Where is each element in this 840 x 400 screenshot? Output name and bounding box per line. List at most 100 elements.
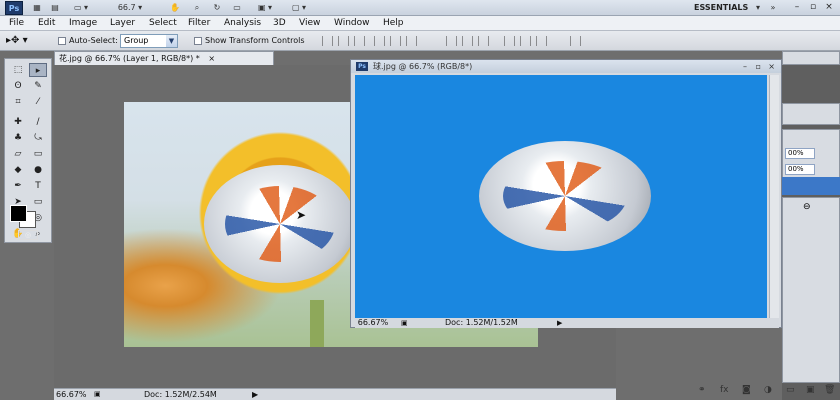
menu-analysis[interactable]: Analysis: [224, 17, 261, 30]
distribute-hcenter-icon[interactable]: [520, 36, 531, 46]
more-workspaces-icon[interactable]: »: [768, 2, 778, 14]
healing-brush-icon[interactable]: ✚: [9, 115, 27, 129]
maximize-button[interactable]: ▫: [806, 1, 820, 14]
auto-select-checkbox[interactable]: [58, 37, 66, 45]
quick-select-icon[interactable]: ✎: [29, 79, 47, 93]
gradient-icon[interactable]: ▭: [29, 147, 47, 161]
float-status-arrow-icon[interactable]: ▶: [557, 318, 562, 328]
vertical-scrollbar[interactable]: [769, 75, 779, 318]
foreground-color-swatch[interactable]: [10, 205, 27, 222]
zoom-level-value: 66.7: [117, 3, 136, 12]
adjustment-layer-icon[interactable]: ◑: [764, 385, 772, 395]
auto-align-icon[interactable]: [570, 36, 581, 46]
pen-icon[interactable]: ✒: [9, 179, 27, 193]
crop-tool-icon[interactable]: ⌗: [9, 95, 27, 109]
opacity-field[interactable]: 00%: [785, 148, 815, 159]
document-tab[interactable]: 花.jpg @ 66.7% (Layer 1, RGB/8*) * ×: [54, 51, 274, 65]
rotate-view-icon[interactable]: ↻: [210, 2, 224, 14]
layer-mask-icon[interactable]: ◙: [742, 385, 751, 395]
photoshop-window: Ps ▦ ▤ ▭ ▾ 66.7 ▾ ✋ ⌕ ↻ ▭ ▣ ▾ ▢ ▾ ESSENT…: [0, 0, 840, 400]
layer-style-icon[interactable]: fx: [720, 385, 729, 395]
menu-select[interactable]: Select: [149, 17, 177, 30]
align-left-icon[interactable]: [374, 36, 385, 46]
auto-select-label: Auto-Select:: [69, 36, 118, 45]
layers-panel[interactable]: 00% 00%: [782, 129, 840, 179]
distribute-left-icon[interactable]: [504, 36, 515, 46]
menu-layer[interactable]: Layer: [110, 17, 135, 30]
align-vcenter-icon[interactable]: [338, 36, 349, 46]
color-panel-tabs[interactable]: [782, 51, 840, 65]
history-brush-icon[interactable]: ⤿: [29, 131, 47, 145]
fill-field[interactable]: 00%: [785, 164, 815, 175]
move-tool-preset-icon[interactable]: ▸✥ ▾: [6, 35, 28, 47]
show-transform-checkbox[interactable]: [194, 37, 202, 45]
view-extras-icon[interactable]: ▭ ▾: [68, 2, 94, 14]
eyedropper-icon[interactable]: ⁄: [29, 95, 47, 109]
float-status-menu-icon[interactable]: ▣: [401, 318, 408, 328]
workspace-switcher[interactable]: ESSENTIALS: [694, 2, 748, 14]
workspace-dropdown-icon[interactable]: ▾: [754, 2, 762, 14]
align-top-icon[interactable]: [322, 36, 333, 46]
menu-filter[interactable]: Filter: [188, 17, 210, 30]
layers-list[interactable]: ⊖: [782, 197, 840, 383]
ball-image-canvas[interactable]: [355, 75, 767, 318]
lasso-tool-icon[interactable]: ʘ: [9, 79, 27, 93]
align-right-icon[interactable]: [406, 36, 417, 46]
zoom-level-dropdown[interactable]: 66.7 ▾: [110, 2, 150, 14]
marquee-tool-icon[interactable]: ⬚: [9, 63, 27, 77]
bridge-icon[interactable]: ▦: [30, 2, 44, 14]
stamp-icon[interactable]: ♣: [9, 131, 27, 145]
menu-window[interactable]: Window: [334, 17, 370, 30]
distribute-right-icon[interactable]: [536, 36, 547, 46]
floating-window-titlebar[interactable]: Ps 球.jpg @ 66.7% (RGB/8*) – ▫ ×: [351, 60, 781, 73]
menu-help[interactable]: Help: [383, 17, 404, 30]
status-menu-icon[interactable]: ▣: [94, 389, 101, 400]
blur-icon[interactable]: ◆: [9, 163, 27, 177]
distribute-top-icon[interactable]: [446, 36, 457, 46]
float-zoom-status[interactable]: 66.67%: [357, 318, 389, 328]
new-layer-icon[interactable]: ▣: [806, 385, 815, 395]
layer-lock-icon[interactable]: ⊖: [803, 202, 811, 212]
mini-bridge-icon[interactable]: ▤: [48, 2, 62, 14]
selected-layer-row[interactable]: [782, 177, 840, 195]
menu-3d[interactable]: 3D: [273, 17, 286, 30]
type-icon[interactable]: T: [29, 179, 47, 193]
align-hcenter-icon[interactable]: [390, 36, 401, 46]
floating-document-window[interactable]: Ps 球.jpg @ 66.7% (RGB/8*) – ▫ × 66.67% ▣…: [350, 59, 782, 328]
arrange-documents-icon[interactable]: ▣ ▾: [252, 2, 278, 14]
float-close-button[interactable]: ×: [768, 60, 775, 73]
adjustments-panel[interactable]: [782, 103, 840, 125]
float-minimize-button[interactable]: –: [743, 60, 747, 73]
zoom-status[interactable]: 66.67%: [56, 389, 87, 400]
ps-mini-icon: Ps: [356, 62, 368, 71]
status-arrow-icon[interactable]: ▶: [252, 389, 258, 400]
distribute-vcenter-icon[interactable]: [462, 36, 473, 46]
menu-image[interactable]: Image: [69, 17, 97, 30]
move-tool-icon[interactable]: ▸: [29, 63, 47, 77]
ruler-icon[interactable]: ▭: [230, 2, 244, 14]
menu-edit[interactable]: Edit: [38, 17, 55, 30]
float-maximize-button[interactable]: ▫: [756, 60, 761, 73]
minimize-button[interactable]: –: [790, 1, 804, 14]
close-tab-icon[interactable]: ×: [208, 54, 215, 63]
distribute-bottom-icon[interactable]: [478, 36, 489, 46]
link-layers-icon[interactable]: ⚭: [698, 385, 706, 395]
auto-select-dropdown[interactable]: Group ▼: [120, 34, 178, 48]
menu-file[interactable]: File: [9, 17, 24, 30]
align-bottom-icon[interactable]: [354, 36, 365, 46]
soccer-ball-layer[interactable]: [204, 165, 356, 283]
eraser-icon[interactable]: ▱: [9, 147, 27, 161]
menu-view[interactable]: View: [299, 17, 320, 30]
document-status-bar: 66.67% ▣ Doc: 1.52M/2.54M ▶: [54, 388, 616, 400]
hand-tool-icon[interactable]: ✋: [168, 2, 182, 14]
zoom-tool-icon[interactable]: ⌕: [190, 2, 204, 14]
new-group-icon[interactable]: ▭: [786, 385, 795, 395]
quick-mask-icon[interactable]: ◎: [18, 230, 38, 240]
dodge-icon[interactable]: ●: [29, 163, 47, 177]
brush-icon[interactable]: ∕: [29, 115, 47, 129]
close-button[interactable]: ×: [822, 1, 836, 14]
floating-status-bar: 66.67% ▣ Doc: 1.52M/1.52M ▶: [355, 318, 779, 328]
shape-icon[interactable]: ▭: [29, 195, 47, 209]
screen-mode-icon[interactable]: ▢ ▾: [286, 2, 312, 14]
delete-layer-icon[interactable]: 🗑: [824, 385, 835, 395]
